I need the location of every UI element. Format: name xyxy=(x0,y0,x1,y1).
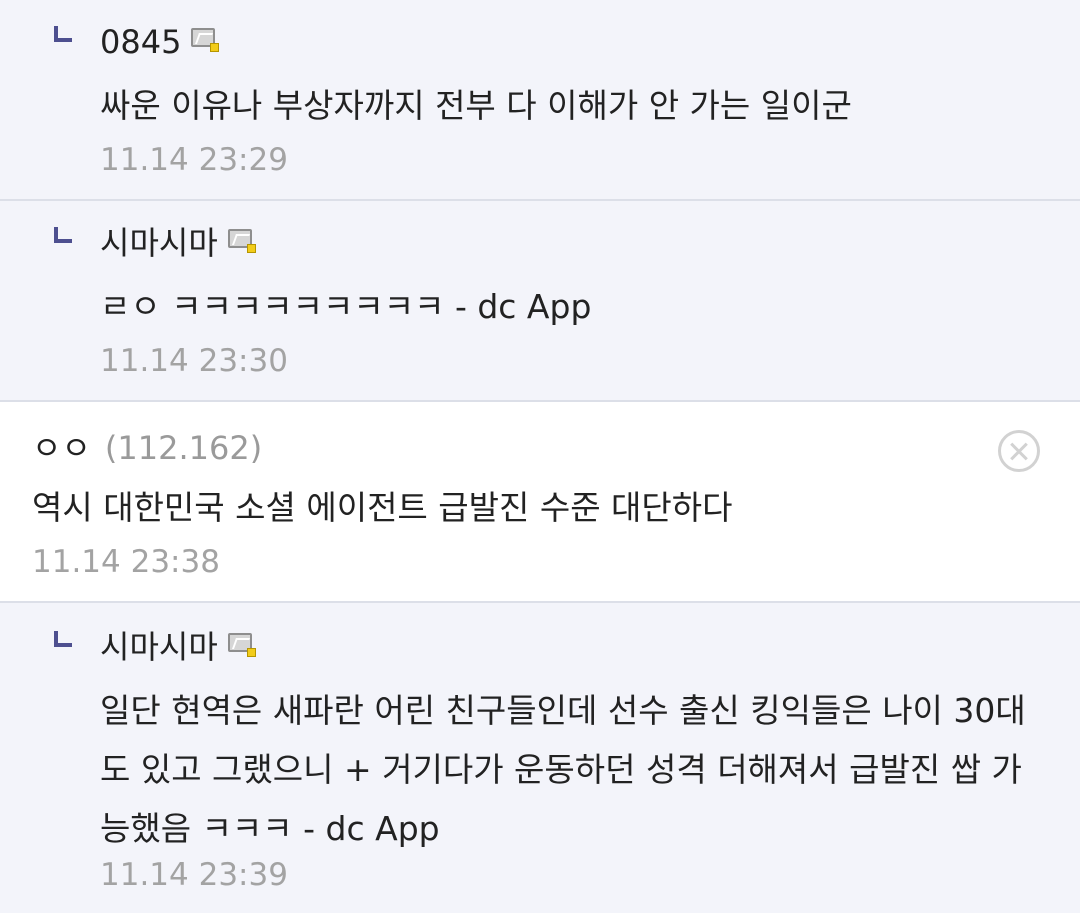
reply-comment: 시마시마 일단 현역은 새파란 어린 친구들인데 선수 출신 킹익들은 나이 3… xyxy=(0,603,1080,913)
comment-author: 시마시마 xyxy=(100,627,256,667)
comment-text: ㄹㅇ ㅋㅋㅋㅋㅋㅋㅋㅋㅋ - dc App xyxy=(100,287,592,326)
fixed-member-icon xyxy=(227,633,256,657)
nickname[interactable]: 시마시마 xyxy=(100,223,218,263)
reply-comment: 0845 싸운 이유나 부상자까지 전부 다 이해가 안 가는 일이군 11.1… xyxy=(0,0,1080,201)
reply-arrow-icon xyxy=(54,26,72,42)
reply-arrow-icon xyxy=(54,631,72,647)
comment-author: 0845 xyxy=(100,22,220,62)
comment-time: 11.14 23:29 xyxy=(100,142,288,178)
comment-time: 11.14 23:38 xyxy=(32,544,220,580)
comment-text: 역시 대한민국 소셜 에이전트 급발진 수준 대단하다 xyxy=(32,488,733,527)
nickname[interactable]: 시마시마 xyxy=(100,627,218,667)
nickname[interactable]: 0845 xyxy=(100,22,181,62)
comment-list: 0845 싸운 이유나 부상자까지 전부 다 이해가 안 가는 일이군 11.1… xyxy=(0,0,1080,913)
ip-address: (112.162) xyxy=(104,429,263,467)
comment-author: ㅇㅇ (112.162) xyxy=(32,428,262,468)
reply-arrow-icon xyxy=(54,227,72,243)
fixed-member-icon xyxy=(191,28,220,52)
comment-author: 시마시마 xyxy=(100,223,256,263)
comment-text: 싸운 이유나 부상자까지 전부 다 이해가 안 가는 일이군 xyxy=(100,86,852,125)
comment-time: 11.14 23:30 xyxy=(100,343,288,379)
nickname: ㅇㅇ xyxy=(32,429,91,467)
comment-time: 11.14 23:39 xyxy=(100,857,288,893)
reply-comment: 시마시마 ㄹㅇ ㅋㅋㅋㅋㅋㅋㅋㅋㅋ - dc App 11.14 23:30 xyxy=(0,201,1080,402)
delete-button[interactable] xyxy=(998,430,1040,472)
comment: ㅇㅇ (112.162) 역시 대한민국 소셜 에이전트 급발진 수준 대단하다… xyxy=(0,402,1080,603)
fixed-member-icon xyxy=(227,229,256,253)
comment-text: 일단 현역은 새파란 어린 친구들인데 선수 출신 킹익들은 나이 30대도 있… xyxy=(100,691,1026,848)
